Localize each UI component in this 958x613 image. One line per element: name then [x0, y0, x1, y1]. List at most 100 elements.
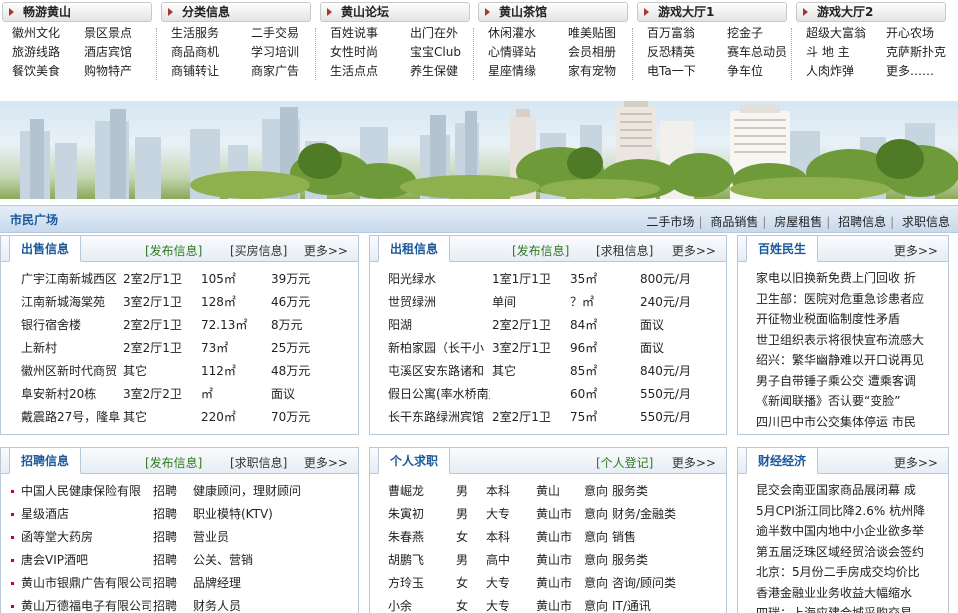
- publish-link[interactable]: [个人登记]: [596, 454, 653, 471]
- news-item[interactable]: 绍兴：繁华幽静难以开口说再见: [748, 350, 942, 371]
- nav-link[interactable]: 克萨斯扑克: [886, 43, 956, 62]
- news-item[interactable]: 男子自带锤子乘公交 遭乘客调: [748, 371, 942, 392]
- plaza-link-job-seeking[interactable]: 求职信息: [902, 215, 950, 229]
- rent-listing[interactable]: 阳湖 2室2厅1卫 84㎡ 面议: [380, 314, 720, 337]
- news-item[interactable]: 四瑞：上海应建合城采购交易: [748, 603, 942, 613]
- nav-link[interactable]: 二手交易: [251, 24, 323, 43]
- panel-tab[interactable]: 出售信息: [9, 236, 82, 262]
- news-item[interactable]: 《新闻联播》否认要“变脸”: [748, 391, 942, 412]
- news-item[interactable]: 家电以旧换新免费上门回收 折: [748, 268, 942, 289]
- nav-link[interactable]: 出门在外: [410, 24, 482, 43]
- publish-link[interactable]: [发布信息]: [512, 242, 569, 259]
- nav-link[interactable]: 赛车总动员: [727, 43, 797, 62]
- nav-link[interactable]: 百姓说事: [330, 24, 410, 43]
- sale-listing[interactable]: 江南新城海棠苑 3室2厅1卫 128㎡ 46万元: [11, 291, 352, 314]
- rent-listing[interactable]: 世贸绿洲 单间 ？㎡ 240元/月: [380, 291, 720, 314]
- nav-tab[interactable]: 黄山论坛: [320, 2, 470, 22]
- nav-link[interactable]: 百万富翁: [647, 24, 727, 43]
- sale-listing[interactable]: 徽州区新时代商贸 其它 112㎡ 48万元: [11, 360, 352, 383]
- nav-link[interactable]: 餐饮美食: [12, 62, 84, 81]
- more-link[interactable]: 更多>>: [672, 454, 716, 471]
- news-item[interactable]: 卫生部：医院对危重急诊患者应: [748, 289, 942, 310]
- nav-link[interactable]: 商品商机: [171, 43, 251, 62]
- news-item[interactable]: 昆交会南亚国家商品展闭幕 成: [748, 480, 942, 501]
- job-posting[interactable]: 星级酒店 招聘 职业模特(KTV): [11, 503, 352, 526]
- rent-listing[interactable]: 阳光绿水 1室1厅1卫 35㎡ 800元/月: [380, 268, 720, 291]
- nav-link[interactable]: 心情驿站: [488, 43, 568, 62]
- news-item[interactable]: 世卫组织表示将很快宣布流感大: [748, 330, 942, 351]
- nav-link[interactable]: 会员相册: [568, 43, 640, 62]
- more-link[interactable]: 更多>>: [894, 454, 938, 471]
- nav-tab[interactable]: 畅游黄山: [2, 2, 152, 22]
- nav-link[interactable]: 景区景点: [84, 24, 156, 43]
- news-item[interactable]: 第五届泛珠区域经贸洽谈会签约: [748, 542, 942, 563]
- rent-listing[interactable]: 新柏家园（长干小 3室2厅1卫 96㎡ 面议: [380, 337, 720, 360]
- more-link[interactable]: 更多>>: [304, 242, 348, 259]
- nav-tab[interactable]: 分类信息: [161, 2, 311, 22]
- job-posting[interactable]: 黄山市银鼎广告有限公司 招聘 品牌经理: [11, 572, 352, 595]
- panel-tab[interactable]: 个人求职: [378, 448, 451, 474]
- panel-tab[interactable]: 招聘信息: [9, 448, 82, 474]
- nav-link[interactable]: 休闲灌水: [488, 24, 568, 43]
- panel-tab[interactable]: 财经经济: [746, 448, 819, 474]
- nav-link[interactable]: 旅游线路: [12, 43, 84, 62]
- more-link[interactable]: 更多>>: [894, 242, 938, 259]
- nav-link[interactable]: 商家广告: [251, 62, 323, 81]
- rent-listing[interactable]: 屯溪区安东路诸和 其它 85㎡ 840元/月: [380, 360, 720, 383]
- more-link[interactable]: 更多>>: [672, 242, 716, 259]
- panel-tab[interactable]: 出租信息: [378, 236, 451, 262]
- nav-link[interactable]: 家有宠物: [568, 62, 640, 81]
- nav-link[interactable]: 宝宝Club: [410, 43, 482, 62]
- news-item[interactable]: 开征物业税面临制度性矛盾: [748, 309, 942, 330]
- publish-link[interactable]: [发布信息]: [145, 242, 202, 259]
- rent-listing[interactable]: 假日公寓(率水桥南复式 60㎡ 550元/月: [380, 383, 720, 406]
- sale-listing[interactable]: 上新村 2室2厅1卫 73㎡ 25万元: [11, 337, 352, 360]
- job-posting[interactable]: 函等堂大药房 招聘 营业员: [11, 526, 352, 549]
- plaza-link-second-hand-market[interactable]: 二手市场: [646, 215, 694, 229]
- job-seeker[interactable]: 方玲玉 女 大专 黄山市 意向 咨询/顾问类: [380, 572, 720, 595]
- nav-link[interactable]: 学习培训: [251, 43, 323, 62]
- plaza-link-goods-sales[interactable]: 商品销售: [710, 215, 758, 229]
- nav-link[interactable]: 反恐精英: [647, 43, 727, 62]
- job-seeker[interactable]: 小余 女 大专 黄山市 意向 IT/通讯: [380, 595, 720, 613]
- sale-listing[interactable]: 戴震路27号，隆阜 其它 220㎡ 70万元: [11, 406, 352, 429]
- nav-link[interactable]: 商铺转让: [171, 62, 251, 81]
- nav-tab[interactable]: 黄山茶馆: [478, 2, 628, 22]
- job-posting[interactable]: 唐会VIP酒吧 招聘 公关、营销: [11, 549, 352, 572]
- nav-link[interactable]: 生活服务: [171, 24, 251, 43]
- nav-link[interactable]: 生活点点: [330, 62, 410, 81]
- job-seeker[interactable]: 曹崛龙 男 本科 黄山 意向 服务类: [380, 480, 720, 503]
- nav-link[interactable]: 购物特产: [84, 62, 156, 81]
- publish-link[interactable]: [发布信息]: [145, 454, 202, 471]
- news-item[interactable]: 逾半数中国内地中小企业欲多举: [748, 521, 942, 542]
- secondary-link[interactable]: [求职信息]: [230, 454, 287, 471]
- nav-link[interactable]: 养生保健: [410, 62, 482, 81]
- nav-link[interactable]: 超级大富翁: [806, 24, 886, 43]
- nav-link[interactable]: 唯美贴图: [568, 24, 640, 43]
- nav-link[interactable]: 女性时尚: [330, 43, 410, 62]
- job-posting[interactable]: 中国人民健康保险有限 招聘 健康顾问，理财顾问: [11, 480, 352, 503]
- sale-listing[interactable]: 银行宿舍楼 2室2厅1卫 72.13㎡ 8万元: [11, 314, 352, 337]
- news-item[interactable]: 四川巴中市公交集体停运 市民: [748, 412, 942, 433]
- job-posting[interactable]: 黄山万德福电子有限公司 招聘 财务人员: [11, 595, 352, 613]
- panel-tab[interactable]: 百姓民生: [746, 236, 819, 262]
- news-item[interactable]: 5月CPI浙江同比降2.6% 杭州降: [748, 501, 942, 522]
- more-link[interactable]: 更多>>: [304, 454, 348, 471]
- nav-tab[interactable]: 游戏大厅2: [796, 2, 946, 22]
- nav-tab[interactable]: 游戏大厅1: [637, 2, 787, 22]
- plaza-link-housing[interactable]: 房屋租售: [774, 215, 822, 229]
- nav-link[interactable]: 更多……: [886, 62, 956, 81]
- rent-listing[interactable]: 长干东路绿洲宾馆 2室2厅1卫 75㎡ 550元/月: [380, 406, 720, 429]
- job-seeker[interactable]: 胡鹏飞 男 高中 黄山市 意向 服务类: [380, 549, 720, 572]
- news-item[interactable]: 北京：5月份二手房成交均价比: [748, 562, 942, 583]
- nav-link[interactable]: 争车位: [727, 62, 797, 81]
- nav-link[interactable]: 徽州文化: [12, 24, 84, 43]
- nav-link[interactable]: 开心农场: [886, 24, 956, 43]
- news-item[interactable]: 香港金融业业务收益大幅缩水: [748, 583, 942, 604]
- nav-link[interactable]: 斗 地 主: [806, 43, 886, 62]
- nav-link[interactable]: 挖金子: [727, 24, 797, 43]
- plaza-link-recruitment[interactable]: 招聘信息: [838, 215, 886, 229]
- nav-link[interactable]: 酒店宾馆: [84, 43, 156, 62]
- sale-listing[interactable]: 阜安新村20栋 3室2厅2卫 ㎡ 面议: [11, 383, 352, 406]
- sale-listing[interactable]: 广宇江南新城西区 2室2厅1卫 105㎡ 39万元: [11, 268, 352, 291]
